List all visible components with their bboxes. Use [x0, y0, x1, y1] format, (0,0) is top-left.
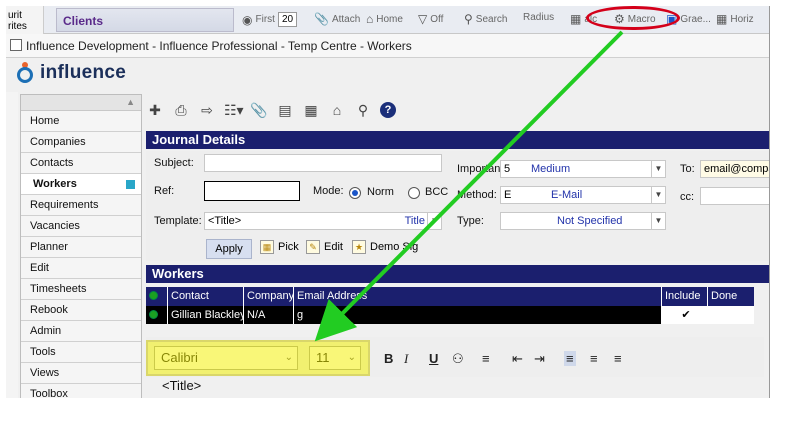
screenshot-frame: urit rites Clients ◉ First 20 📎 Attach ⌂…	[0, 0, 790, 423]
torn-edge-right	[770, 0, 790, 423]
torn-edge-bottom	[0, 398, 790, 423]
annotation-arrow-icon	[314, 30, 624, 342]
